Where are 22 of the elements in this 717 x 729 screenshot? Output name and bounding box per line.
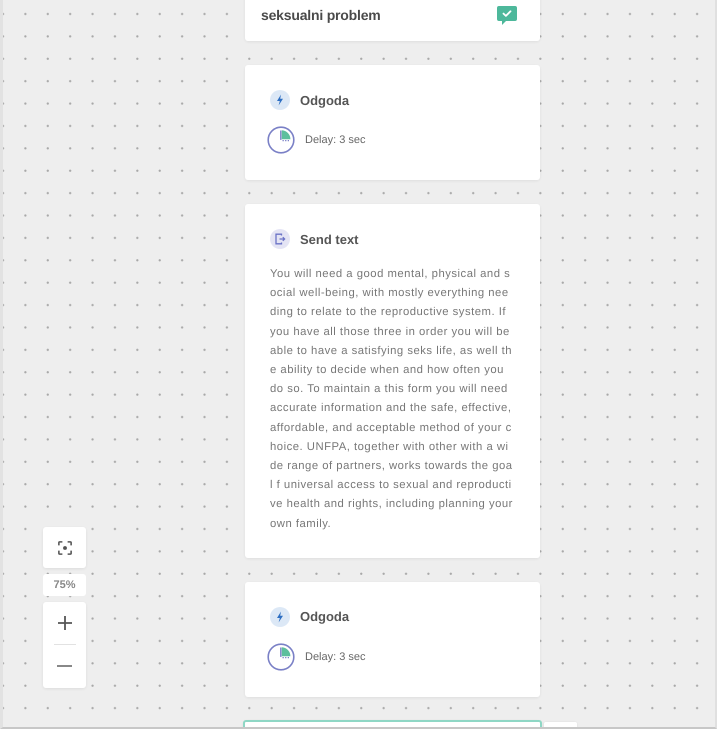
node-title: seksualni problem — [261, 7, 381, 23]
lightning-icon — [270, 90, 290, 110]
chat-check-icon — [497, 6, 517, 24]
plus-icon — [58, 616, 72, 630]
flow-node-card[interactable]: seksualni problem — [245, 0, 540, 41]
fit-view-button[interactable] — [43, 527, 86, 568]
exit-icon — [270, 229, 290, 249]
zoom-level: 75% — [43, 574, 86, 596]
clock-icon — [267, 642, 295, 671]
node-title: Odgoda — [300, 92, 350, 108]
delay-label: Delay: 3 sec — [305, 134, 366, 146]
flow-node-card[interactable] — [245, 204, 540, 558]
fit-view-icon — [58, 540, 72, 554]
minus-icon — [57, 665, 72, 667]
lightning-icon — [270, 606, 290, 627]
node-title: Odgoda — [300, 609, 350, 624]
node-title: Send text — [300, 232, 359, 246]
clock-icon — [267, 126, 295, 154]
message-text: You will need a good mental, physical and social well-being, with mostly everything needing to relate to the reproductive system. If you have all those three in order you will be able to have a satisfying seks life, as well the ability to decide when and how often you do so. To maintain a this form you will need accurate information and the safe, effective, affordable, and acceptable method of your choice. UNFPA, together with other with a wide range of partners, works towards the goal f universal access to sexual and reproductive health and rights, including planning your own family. — [269, 267, 514, 532]
flow-node-card[interactable]: Odgoda Delay: 3 sec — [245, 582, 540, 697]
flow-node-card[interactable]: Odgoda Delay: 3 sec — [245, 65, 540, 180]
delay-label: Delay: 3 sec — [305, 650, 366, 663]
